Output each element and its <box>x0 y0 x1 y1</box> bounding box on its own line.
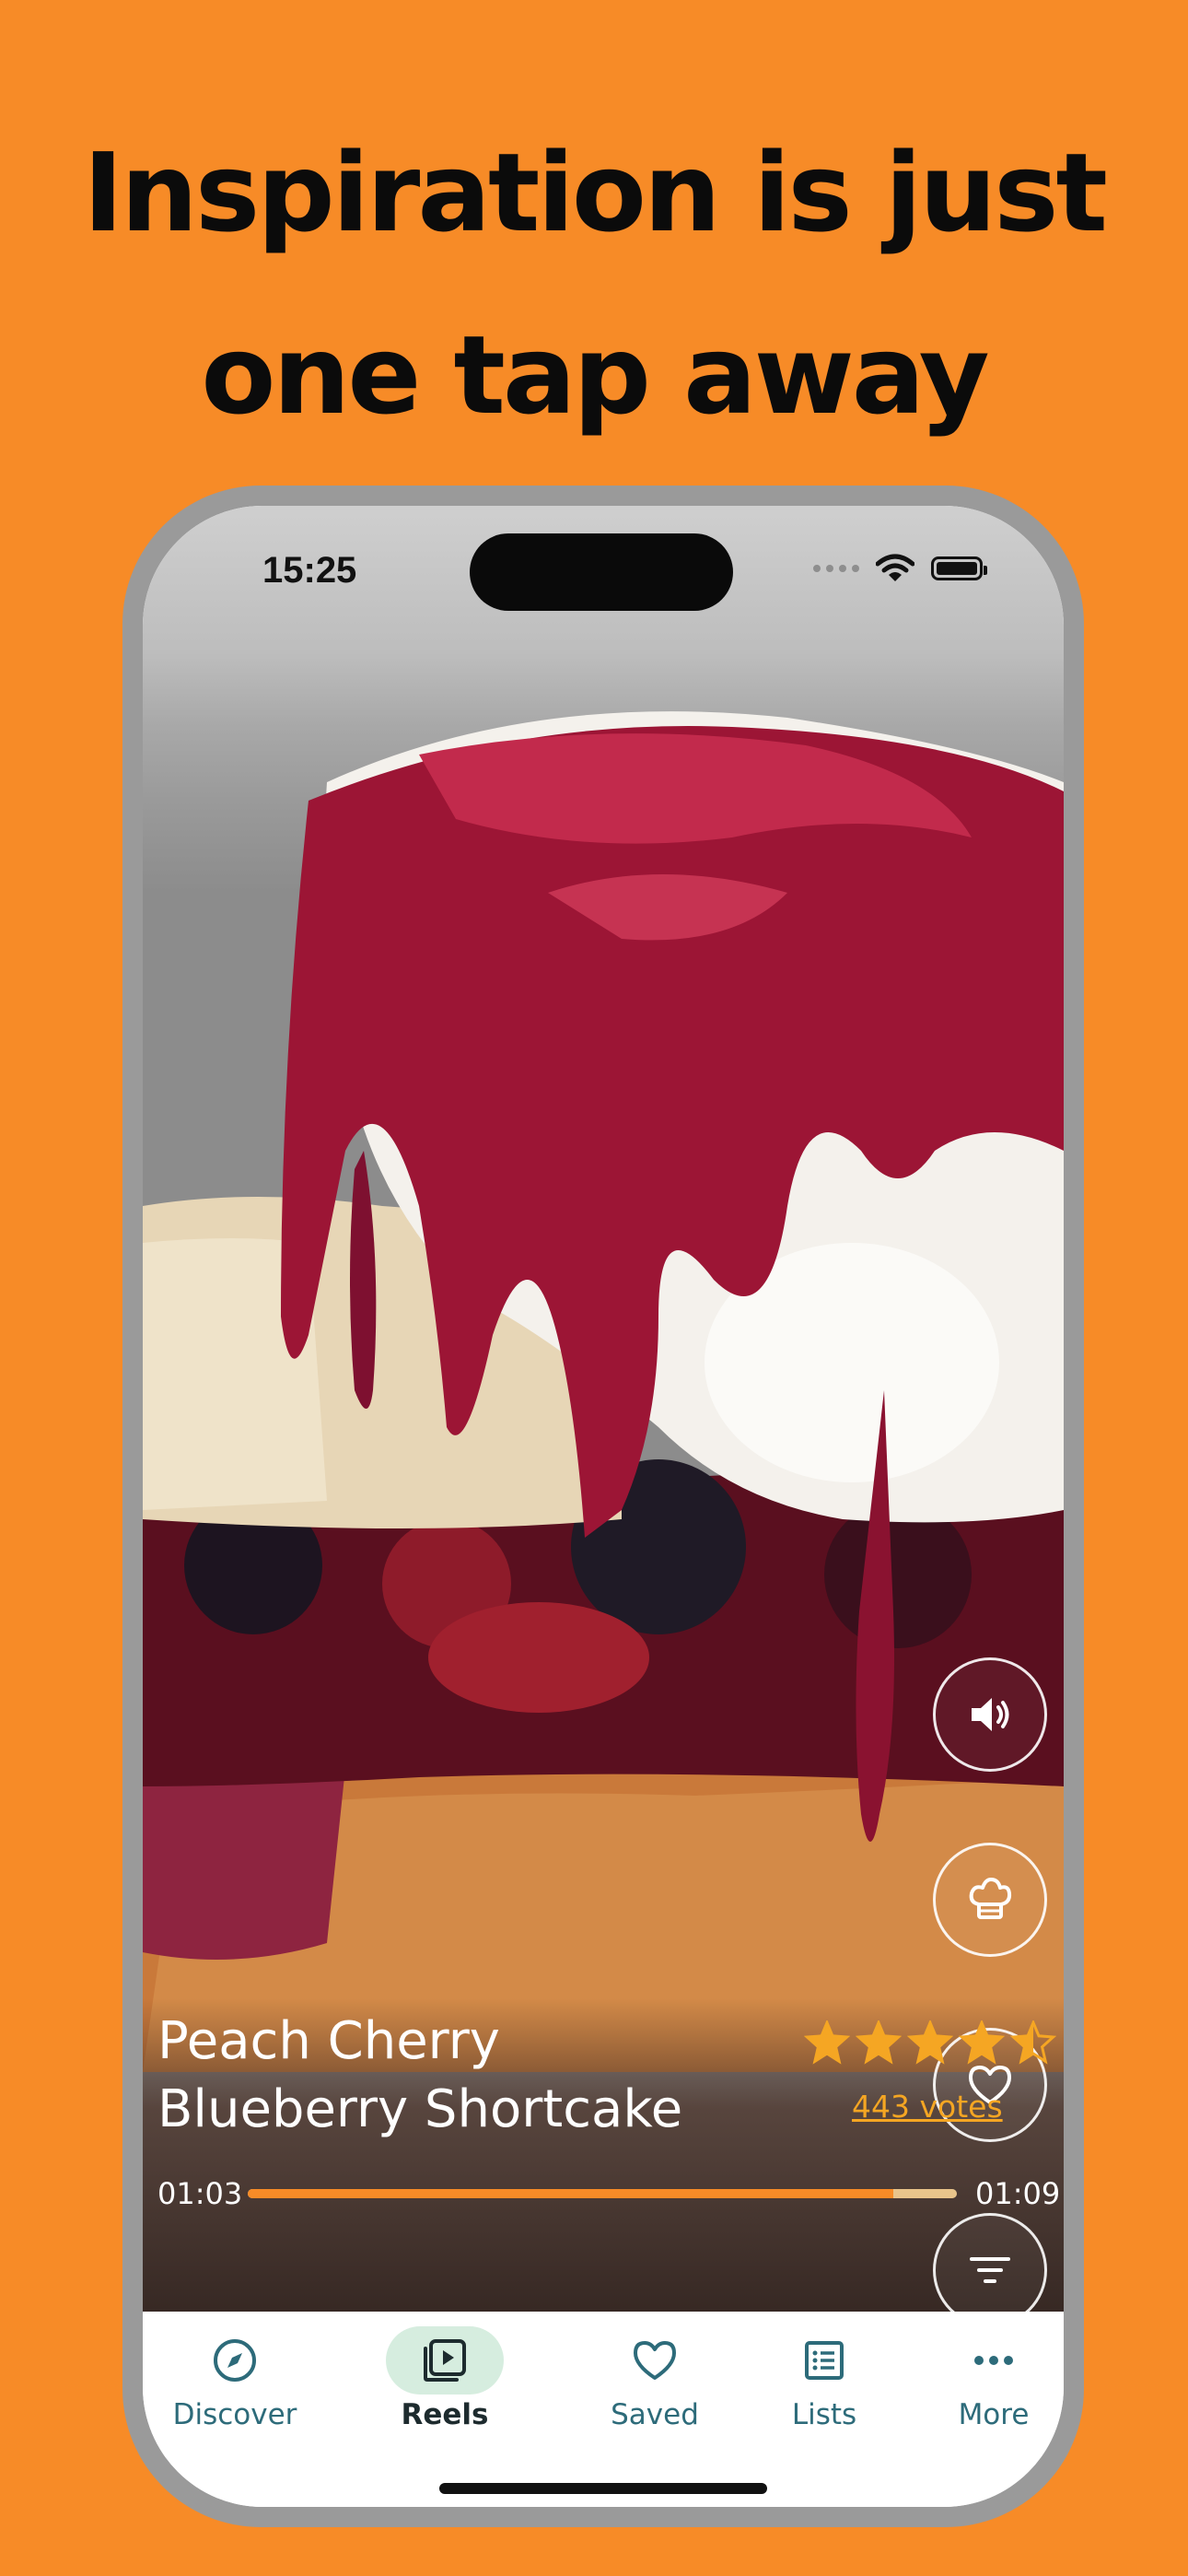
total-time: 01:09 <box>975 2176 1061 2211</box>
tab-more-label: More <box>958 2398 1030 2431</box>
battery-icon <box>931 556 987 580</box>
chef-button[interactable] <box>933 1843 1047 1957</box>
phone-frame: 15:25 Peach Cherry Blueberry Shortcake 4… <box>122 486 1084 2527</box>
headline: Inspiration is just one tap away <box>0 101 1188 466</box>
wifi-icon <box>876 554 914 581</box>
rating-stars <box>804 2020 1056 2065</box>
tab-discover-label: Discover <box>172 2398 297 2431</box>
votes-link[interactable]: 443 votes <box>852 2089 1003 2125</box>
compass-icon <box>214 2339 256 2382</box>
status-icons <box>813 554 987 583</box>
star-icon <box>1010 2020 1056 2065</box>
filter-icon <box>970 2257 1010 2283</box>
progress-fill <box>248 2189 893 2198</box>
cellular-signal-icon <box>813 565 859 572</box>
headline-line-1: Inspiration is just <box>83 129 1108 256</box>
dynamic-island <box>470 533 733 611</box>
list-icon <box>805 2341 844 2380</box>
heart-icon <box>634 2341 676 2380</box>
active-tab-pill <box>386 2326 504 2395</box>
filter-button[interactable] <box>933 2213 1047 2327</box>
tab-discover[interactable]: Discover <box>143 2323 327 2431</box>
star-icon <box>959 2020 1005 2065</box>
sound-button[interactable] <box>933 1657 1047 1772</box>
tab-reels[interactable]: Reels <box>353 2323 537 2431</box>
chef-hat-icon <box>969 1878 1012 1919</box>
tab-saved[interactable]: Saved <box>563 2323 747 2431</box>
recipe-title[interactable]: Peach Cherry Blueberry Shortcake <box>157 2008 728 2144</box>
tab-lists[interactable]: Lists <box>732 2323 916 2431</box>
recipe-title-line-2: Blueberry Shortcake <box>157 2079 683 2139</box>
phone-screen: 15:25 Peach Cherry Blueberry Shortcake 4… <box>143 506 1064 2507</box>
video-progress-bar[interactable] <box>248 2189 957 2198</box>
tab-saved-label: Saved <box>611 2398 699 2431</box>
tab-more[interactable]: More <box>902 2323 1064 2431</box>
recipe-title-line-1: Peach Cherry <box>157 2011 500 2071</box>
headline-line-2: one tap away <box>201 311 989 439</box>
star-icon <box>856 2020 902 2065</box>
tab-reels-label: Reels <box>401 2398 489 2431</box>
home-indicator[interactable] <box>439 2483 767 2494</box>
play-reels-icon <box>424 2339 466 2382</box>
tab-bar: Discover Reels Saved Lists More <box>143 2312 1064 2507</box>
more-dots-icon <box>974 2356 1013 2365</box>
star-icon <box>804 2020 850 2065</box>
star-icon <box>907 2020 953 2065</box>
tab-lists-label: Lists <box>791 2398 857 2431</box>
speaker-icon <box>972 1698 1009 1731</box>
elapsed-time: 01:03 <box>157 2176 243 2211</box>
status-time: 15:25 <box>262 550 357 591</box>
